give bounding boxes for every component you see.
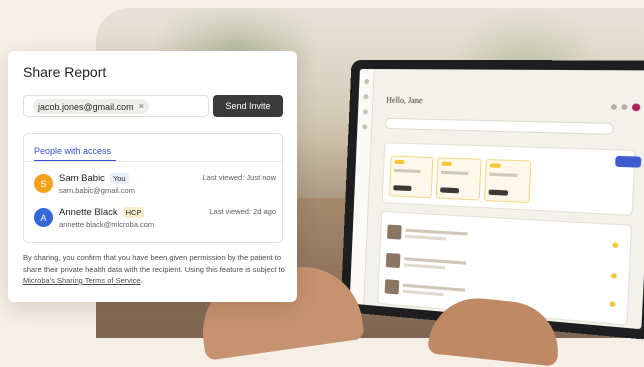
person-name: Sam Babic — [59, 173, 105, 184]
email-chip-label: jacob.jones@gmail.com — [38, 101, 134, 112]
avatar: A — [34, 208, 53, 227]
person-email: annette.black@microba.com — [59, 220, 155, 229]
app-report-card — [388, 155, 434, 199]
disclaimer-end: . — [140, 276, 143, 285]
laptop-screen: Hello, Jane — [340, 59, 644, 341]
invite-email-field[interactable]: jacob.jones@gmail.com × — [23, 95, 209, 117]
person-name-line: Sam Babic You — [59, 173, 129, 184]
app-search-bar — [384, 117, 614, 135]
avatar: S — [34, 174, 53, 193]
person-name-line: Annette Black HCP — [59, 207, 145, 218]
app-report-card — [435, 157, 482, 201]
app-side-rail — [349, 68, 375, 305]
person-row: A Annette Black HCP annette.black@microb… — [34, 205, 276, 231]
sharing-terms-link[interactable]: Microba's Sharing Terms of Service — [23, 276, 141, 285]
app-greeting: Hello, Jane — [386, 95, 423, 106]
dialog-title: Share Report — [23, 64, 107, 80]
share-report-dialog: Share Report jacob.jones@gmail.com × Sen… — [8, 51, 297, 302]
remove-chip-icon[interactable]: × — [139, 102, 144, 111]
people-with-access-panel: People with access S Sam Babic You sam.b… — [23, 133, 283, 243]
tab-people-with-access[interactable]: People with access — [34, 146, 111, 156]
email-chip: jacob.jones@gmail.com × — [33, 99, 149, 114]
app-toolbar-icons — [610, 103, 641, 112]
last-viewed-text: Last viewed: 2d ago — [209, 207, 276, 216]
person-name: Annette Black — [59, 207, 118, 218]
disclaimer-text: By sharing, you confirm that you have be… — [23, 253, 285, 274]
last-viewed-text: Last viewed: Just now — [202, 173, 276, 182]
send-invite-button[interactable]: Send Invite — [213, 95, 283, 117]
sharing-disclaimer: By sharing, you confirm that you have be… — [23, 252, 285, 287]
person-row: S Sam Babic You sam.babic@gmail.com Last… — [34, 171, 276, 197]
divider — [24, 161, 282, 162]
app-resource-row — [387, 224, 623, 257]
you-badge: You — [109, 173, 129, 184]
app-add-button — [615, 155, 642, 168]
app-recent-reports-panel — [381, 142, 636, 216]
app-report-card — [483, 158, 532, 204]
hcp-badge: HCP — [122, 207, 145, 218]
person-email: sam.babic@gmail.com — [59, 186, 135, 195]
laptop-app: Hello, Jane — [349, 68, 644, 330]
